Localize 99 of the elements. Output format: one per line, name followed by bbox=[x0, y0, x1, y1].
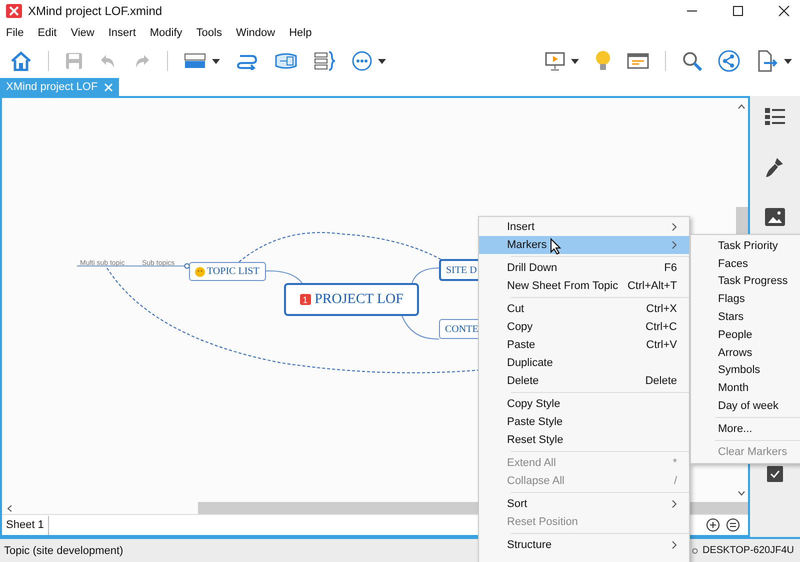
menu-item-label: Extend All bbox=[507, 457, 556, 469]
menu-item[interactable]: Modify bbox=[150, 27, 182, 39]
menu-item-label: Structure bbox=[507, 539, 552, 551]
menu-item[interactable]: Cut Ctrl+X bbox=[479, 300, 689, 318]
paintbrush-icon[interactable] bbox=[765, 156, 785, 178]
menu-item-label: Sort bbox=[507, 498, 528, 510]
tab-label: XMind project LOF bbox=[6, 81, 98, 93]
menu-item[interactable]: Paste Ctrl+V bbox=[479, 336, 689, 354]
central-topic[interactable]: 1 PROJECT LOF bbox=[284, 283, 419, 316]
menu-item[interactable]: More... bbox=[691, 420, 800, 438]
menu-item-label: Markers bbox=[507, 239, 547, 251]
connector-handle-icon bbox=[184, 263, 190, 269]
topic-label: CONTE bbox=[445, 324, 478, 334]
menu-item[interactable]: Help bbox=[289, 27, 312, 39]
menu-item[interactable]: Duplicate bbox=[479, 354, 689, 372]
shortcut-label: Ctrl+C bbox=[646, 321, 677, 333]
menu-item[interactable]: Structure bbox=[479, 536, 689, 554]
close-icon[interactable] bbox=[778, 5, 790, 17]
shortcut-label: / bbox=[674, 475, 677, 487]
loop-arrow-icon[interactable] bbox=[236, 52, 258, 70]
priority-badge: 1 bbox=[300, 294, 311, 305]
outline-icon[interactable] bbox=[765, 108, 785, 126]
menu-item-label: Copy Style bbox=[507, 398, 560, 410]
boundary-icon[interactable] bbox=[274, 52, 298, 70]
topic-icon[interactable] bbox=[184, 52, 206, 70]
dropdown-caret-icon[interactable] bbox=[784, 58, 792, 64]
shortcut-label: * bbox=[672, 457, 677, 469]
mouse-cursor-icon bbox=[550, 238, 561, 255]
menu-item[interactable]: Insert bbox=[479, 218, 689, 236]
menu-item[interactable]: Paste Style bbox=[479, 413, 689, 431]
sheet-list-icon[interactable] bbox=[726, 518, 740, 532]
smiley-icon bbox=[195, 266, 205, 276]
scroll-down-icon[interactable] bbox=[738, 491, 745, 496]
menu-item[interactable]: Faces bbox=[691, 254, 800, 273]
search-icon[interactable] bbox=[682, 51, 702, 71]
menu-item[interactable]: View bbox=[70, 27, 94, 39]
menu-item[interactable]: Month bbox=[691, 379, 800, 398]
export-icon[interactable] bbox=[756, 50, 778, 72]
status-dot-icon bbox=[692, 548, 698, 554]
menu-item-label: Collapse All bbox=[507, 475, 564, 487]
menu-item[interactable]: Flags bbox=[691, 290, 800, 308]
menu-item[interactable]: File bbox=[6, 27, 24, 39]
menu-item[interactable]: Tools bbox=[196, 27, 222, 39]
menu-item[interactable]: Edit bbox=[38, 27, 57, 39]
menu-item[interactable]: Markers bbox=[479, 236, 689, 254]
scrollbar-thumb[interactable] bbox=[736, 207, 748, 234]
add-sheet-icon[interactable] bbox=[706, 518, 720, 532]
window-title: XMind project LOF.xmind bbox=[28, 4, 162, 18]
menu-item[interactable]: Sort bbox=[479, 495, 689, 513]
menu-item[interactable]: Arrows bbox=[691, 344, 800, 362]
menu-item-label: New Sheet From Topic bbox=[507, 280, 618, 292]
menu-item[interactable]: Delete Delete bbox=[479, 372, 689, 390]
menu-item-label: Paste Style bbox=[507, 416, 563, 428]
shortcut-label: Delete bbox=[645, 375, 677, 387]
menu-item[interactable]: Stars bbox=[691, 308, 800, 326]
menu-item-label: Reset Position bbox=[507, 516, 578, 528]
scroll-left-icon[interactable] bbox=[7, 504, 12, 512]
menu-item-label: Paste bbox=[507, 339, 536, 351]
checkmark-icon[interactable] bbox=[767, 466, 783, 482]
maximize-icon[interactable] bbox=[732, 5, 744, 17]
dropdown-caret-icon[interactable] bbox=[378, 58, 386, 64]
menu-item-label: Cut bbox=[507, 303, 524, 315]
menu-item[interactable]: Copy Style bbox=[479, 395, 689, 413]
menu-item-label: Copy bbox=[507, 321, 533, 333]
topic-label: TOPIC LIST bbox=[207, 266, 260, 277]
menu-item[interactable]: People bbox=[691, 326, 800, 344]
menu-item[interactable]: Day of week bbox=[691, 397, 800, 415]
more-icon[interactable] bbox=[352, 51, 372, 71]
menu-item[interactable]: Insert bbox=[108, 27, 136, 39]
central-topic-label: PROJECT LOF bbox=[314, 292, 404, 308]
menu-item-label: Delete bbox=[507, 375, 539, 387]
panel-icon[interactable] bbox=[627, 52, 649, 70]
dropdown-caret-icon[interactable] bbox=[212, 58, 220, 64]
shortcut-label: F6 bbox=[664, 262, 677, 274]
home-icon[interactable] bbox=[10, 51, 32, 71]
topic-node[interactable]: TOPIC LIST bbox=[189, 262, 266, 281]
scroll-up-icon[interactable] bbox=[738, 104, 745, 109]
menu-item[interactable]: Task Progress bbox=[691, 272, 800, 290]
host-name: DESKTOP-620JF4U bbox=[702, 545, 794, 556]
menu-item-label: Reset Style bbox=[507, 434, 564, 446]
menu-item[interactable]: Reset Style bbox=[479, 431, 689, 449]
menu-item-label: Drill Down bbox=[507, 262, 558, 274]
topic-label: SITE D bbox=[446, 264, 477, 276]
menu-item[interactable]: Task Priority bbox=[691, 237, 800, 255]
shortcut-label: Ctrl+Alt+T bbox=[627, 280, 677, 292]
share-icon[interactable] bbox=[718, 50, 740, 72]
shortcut-label: Ctrl+X bbox=[646, 303, 677, 315]
lightbulb-icon[interactable] bbox=[595, 50, 611, 72]
menu-item[interactable]: Symbols bbox=[691, 362, 800, 380]
dropdown-caret-icon[interactable] bbox=[571, 58, 579, 64]
app-logo-icon bbox=[6, 4, 22, 18]
summary-icon[interactable] bbox=[314, 51, 336, 71]
presentation-icon[interactable] bbox=[545, 51, 565, 71]
status-text: Topic (site development) bbox=[4, 544, 124, 556]
menu-item-label: Duplicate bbox=[507, 357, 553, 369]
image-icon[interactable] bbox=[765, 208, 785, 226]
shortcut-label: Ctrl+V bbox=[646, 339, 677, 351]
menu-item[interactable]: Window bbox=[236, 27, 276, 39]
menu-item-label: Insert bbox=[507, 221, 535, 233]
